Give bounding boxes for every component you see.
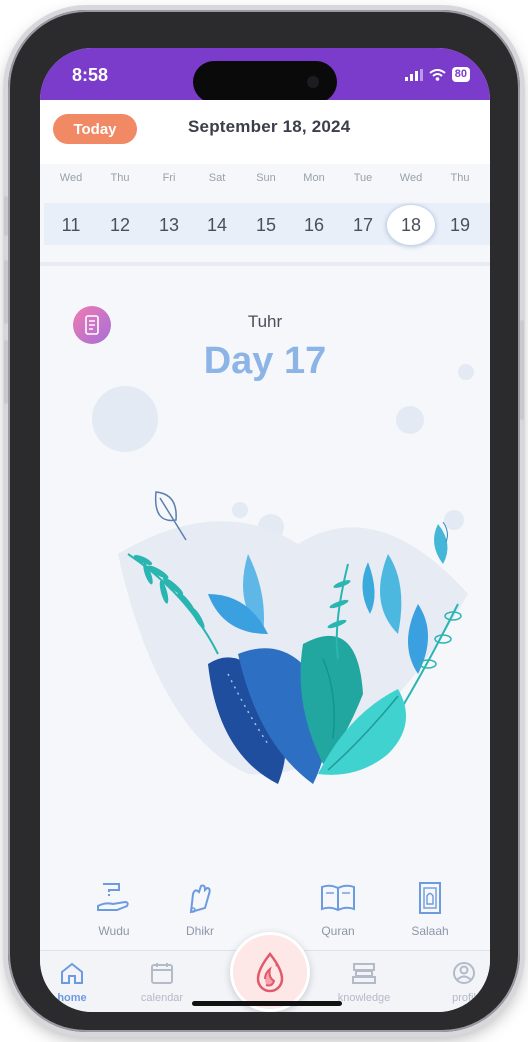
weekday-label: Thu: [110, 172, 130, 184]
salaah-action[interactable]: Salaah: [390, 878, 470, 938]
volume-down-button: [4, 340, 8, 404]
wudu-action[interactable]: Wudu: [74, 878, 154, 938]
tab-label: home: [57, 992, 87, 1004]
log-period-button[interactable]: [230, 932, 310, 1012]
phase-label: Tuhr: [247, 312, 283, 331]
calendar-icon: [151, 963, 173, 984]
signal-icon: [404, 68, 423, 81]
action-label: Wudu: [98, 924, 130, 938]
quran-action[interactable]: Quran: [298, 878, 378, 938]
action-label: Dhikr: [185, 924, 214, 938]
day-cell[interactable]: 13: [145, 204, 193, 246]
decor-bubble: [92, 386, 158, 452]
day-cell[interactable]: 14: [193, 204, 241, 246]
mute-switch: [4, 196, 8, 236]
day-cell[interactable]: 12: [96, 204, 144, 246]
phone-frame: 8:58 80 Today September 18, 2024 Wed Thu…: [4, 10, 524, 1032]
day-cell[interactable]: 11: [47, 204, 95, 246]
volume-up-button: [4, 260, 8, 324]
header-bar: Today September 18, 2024: [40, 100, 490, 164]
weekday-label: Mon: [303, 172, 325, 184]
header-divider: [40, 262, 490, 266]
home-indicator: [192, 1001, 342, 1006]
battery-indicator: 80: [451, 67, 470, 82]
tab-knowledge[interactable]: knowledge: [324, 961, 404, 1004]
dhikr-icon: [160, 878, 240, 918]
weekday-label: Wed: [399, 172, 423, 184]
weekday-label: Fri: [162, 172, 176, 184]
home-icon: [61, 962, 83, 984]
weekday-label: Wed: [59, 172, 83, 184]
weekday-label: Sat: [208, 172, 226, 184]
day-cell[interactable]: 15: [242, 204, 290, 246]
dhikr-action[interactable]: Dhikr: [160, 878, 240, 938]
day-numbers: 11 12 13 14 15 16 17 18 19: [40, 204, 490, 246]
tab-home[interactable]: home: [40, 961, 112, 1004]
tab-label: calendar: [140, 992, 184, 1004]
quran-icon: [298, 878, 378, 918]
tab-label: profil: [452, 992, 476, 1004]
weekday-label: Tue: [353, 172, 373, 184]
wudu-icon: [74, 878, 154, 918]
decor-bubble: [458, 364, 474, 380]
status-icons: 80: [404, 67, 470, 82]
weekday-label: Sun: [256, 172, 276, 184]
day-cell-selected[interactable]: 18: [387, 204, 435, 246]
leaves-illustration: [118, 491, 468, 784]
cycle-day-count: Day 17: [203, 340, 327, 382]
day-cell[interactable]: 19: [436, 204, 484, 246]
knowledge-icon: [352, 963, 376, 984]
power-button: [520, 320, 524, 420]
weekday-row: Wed Thu Fri Sat Sun Mon Tue Wed Thu: [40, 172, 490, 192]
tab-calendar[interactable]: calendar: [122, 961, 202, 1004]
day-cell[interactable]: 16: [290, 204, 338, 246]
status-time: 8:58: [72, 65, 109, 85]
action-label: Salaah: [411, 924, 449, 938]
salaah-icon: [390, 878, 470, 918]
app-screen: 8:58 80 Today September 18, 2024 Wed Thu…: [40, 48, 490, 1012]
weekday-label: Thu: [450, 172, 470, 184]
status-bar: 8:58 80: [40, 48, 490, 103]
day-cell[interactable]: 17: [339, 204, 387, 246]
profile-icon: [453, 962, 475, 984]
today-button[interactable]: Today: [53, 114, 137, 144]
dynamic-island: [193, 61, 337, 103]
wifi-icon: [429, 68, 446, 81]
action-label: Quran: [321, 924, 355, 938]
decor-bubble: [396, 406, 424, 434]
date-title: September 18, 2024: [188, 117, 351, 136]
tab-profile[interactable]: profil: [424, 961, 490, 1004]
blood-drop-icon: [256, 951, 284, 993]
